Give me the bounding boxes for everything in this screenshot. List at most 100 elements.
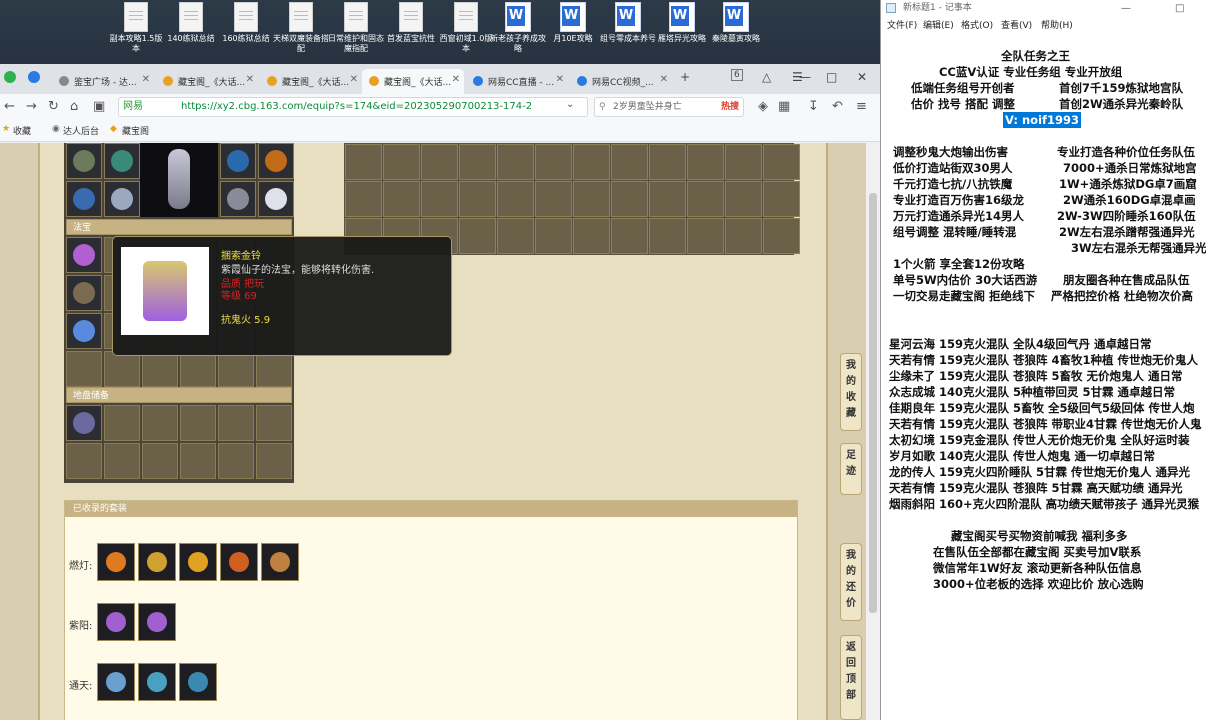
browser-tab[interactable]: 鉴宝广场 - 达... ✕: [52, 69, 154, 94]
fabao-slot[interactable]: [180, 351, 216, 387]
dipan-slot[interactable]: [142, 405, 178, 441]
close-button[interactable]: ✕: [857, 70, 867, 84]
inventory-slot[interactable]: [725, 218, 762, 254]
desktop-icon[interactable]: 天梯双魔装备搭配: [273, 2, 329, 54]
desktop-icon[interactable]: 新老孩子养成攻略: [490, 2, 546, 54]
notepad-text-area[interactable]: 全队任务之王 CC蓝V认证 专业任务组 专业开放组 低端任务组号开创者 首创7千159…: [881, 32, 1206, 720]
fabao-slot[interactable]: [66, 275, 102, 311]
inventory-slot[interactable]: [383, 144, 420, 180]
inventory-slot[interactable]: [345, 144, 382, 180]
desktop-icon[interactable]: 雁塔异光攻略: [654, 2, 710, 44]
dipan-slot[interactable]: [218, 443, 254, 479]
more-icon[interactable]: ≡: [856, 99, 867, 114]
fabao-slot[interactable]: [256, 351, 292, 387]
notepad-maximize-button[interactable]: □: [1175, 1, 1184, 17]
undo-icon[interactable]: ↶: [832, 99, 843, 114]
inventory-slot[interactable]: [459, 144, 496, 180]
tab-count-badge[interactable]: 6: [731, 69, 743, 81]
equip-slot[interactable]: [104, 181, 140, 217]
page-scrollbar[interactable]: [866, 143, 880, 720]
shirt-icon[interactable]: △: [762, 70, 771, 84]
inventory-slot[interactable]: [573, 218, 610, 254]
tab-close-icon[interactable]: ✕: [660, 74, 668, 85]
fabao-slot[interactable]: [66, 351, 102, 387]
inventory-slot[interactable]: [383, 181, 420, 217]
dipan-slot[interactable]: [180, 443, 216, 479]
browser-tab[interactable]: 藏宝阁_《大话... ✕: [362, 69, 464, 94]
equip-slot[interactable]: [220, 143, 256, 179]
home-icon[interactable]: ⌂: [70, 99, 78, 114]
browser-tab[interactable]: 网易CC视频_... ✕: [570, 69, 672, 94]
notepad-minimize-button[interactable]: —: [1121, 1, 1131, 17]
fabao-slot[interactable]: [66, 313, 102, 349]
notepad-menu-item[interactable]: 帮助(H): [1041, 18, 1073, 31]
inventory-slot[interactable]: [535, 218, 572, 254]
suit-item[interactable]: [261, 543, 299, 581]
dipan-slot[interactable]: [256, 443, 292, 479]
inventory-slot[interactable]: [725, 144, 762, 180]
desktop-icon[interactable]: 秦陵墓寅攻略: [708, 2, 764, 44]
equip-slot[interactable]: [258, 143, 294, 179]
inventory-slot[interactable]: [459, 218, 496, 254]
notepad-menu-item[interactable]: 格式(O): [961, 18, 993, 31]
inventory-slot[interactable]: [649, 218, 686, 254]
fabao-slot[interactable]: [66, 237, 102, 273]
inventory-slot[interactable]: [687, 181, 724, 217]
search-input[interactable]: ⚲ 2岁男童坠井身亡 热搜: [594, 97, 744, 117]
tab-close-icon[interactable]: ✕: [142, 74, 150, 85]
inventory-slot[interactable]: [649, 181, 686, 217]
new-tab-button[interactable]: +: [680, 70, 690, 84]
maximize-button[interactable]: □: [826, 70, 837, 84]
tab-close-icon[interactable]: ✕: [452, 74, 460, 85]
suit-item[interactable]: [97, 603, 135, 641]
inventory-slot[interactable]: [421, 144, 458, 180]
dropdown-icon[interactable]: ⌄: [566, 99, 574, 110]
minimize-button[interactable]: —: [799, 70, 811, 84]
suit-item[interactable]: [220, 543, 258, 581]
suit-item[interactable]: [138, 543, 176, 581]
url-field[interactable]: 网易 https://xy2.cbg.163.com/equip?s=174&e…: [118, 97, 588, 117]
fabao-slot[interactable]: [104, 351, 140, 387]
inventory-slot[interactable]: [497, 218, 534, 254]
desktop-icon[interactable]: 日常维护和固态魔指配: [328, 2, 384, 54]
notepad-menu-item[interactable]: 查看(V): [1001, 18, 1032, 31]
inventory-slot[interactable]: [611, 144, 648, 180]
inventory-slot[interactable]: [421, 181, 458, 217]
dipan-slot[interactable]: [142, 443, 178, 479]
refresh-icon[interactable]: ↻: [48, 99, 59, 114]
tab-close-icon[interactable]: ✕: [350, 74, 358, 85]
dipan-slot[interactable]: [104, 443, 140, 479]
inventory-slot[interactable]: [573, 181, 610, 217]
equip-slot[interactable]: [104, 143, 140, 179]
desktop-icon[interactable]: 西窗初域1.0版本: [438, 2, 494, 54]
dipan-slot[interactable]: [104, 405, 140, 441]
desktop-icon[interactable]: 160练狱总结: [218, 2, 274, 44]
desktop-icon[interactable]: 组号零成本养号: [600, 2, 656, 44]
back-icon[interactable]: ←: [4, 99, 15, 114]
extension-icon[interactable]: ◈: [758, 99, 768, 114]
dipan-slot[interactable]: [180, 405, 216, 441]
inventory-slot[interactable]: [573, 144, 610, 180]
bag-icon[interactable]: ▣: [93, 99, 105, 114]
inventory-slot[interactable]: [687, 144, 724, 180]
equip-slot[interactable]: [258, 181, 294, 217]
equip-slot[interactable]: [66, 181, 102, 217]
desktop-icon[interactable]: 首发蓝宝抗性: [383, 2, 439, 44]
tab-close-icon[interactable]: ✕: [556, 74, 564, 85]
side-tab-favorites[interactable]: 我的收藏: [840, 353, 862, 431]
bookmark-item-favorites[interactable]: 收藏: [13, 124, 31, 137]
desktop-icon[interactable]: 月10E攻略: [545, 2, 601, 44]
bookmark-item-creator[interactable]: 达人后台: [63, 124, 99, 137]
suit-item[interactable]: [138, 663, 176, 701]
dipan-slot[interactable]: [66, 405, 102, 441]
send-icon[interactable]: [28, 71, 40, 83]
inventory-slot[interactable]: [763, 181, 800, 217]
desktop-icon[interactable]: 副本攻略1.5版本: [108, 2, 164, 54]
browser-tab[interactable]: 藏宝阁_《大话... ✕: [156, 69, 258, 94]
forward-icon[interactable]: →: [26, 99, 37, 114]
notepad-menu-item[interactable]: 文件(F): [887, 18, 917, 31]
bookmark-item-cbg[interactable]: 藏宝阁: [122, 124, 149, 137]
inventory-slot[interactable]: [611, 218, 648, 254]
tab-close-icon[interactable]: ✕: [246, 74, 254, 85]
suit-item[interactable]: [97, 663, 135, 701]
